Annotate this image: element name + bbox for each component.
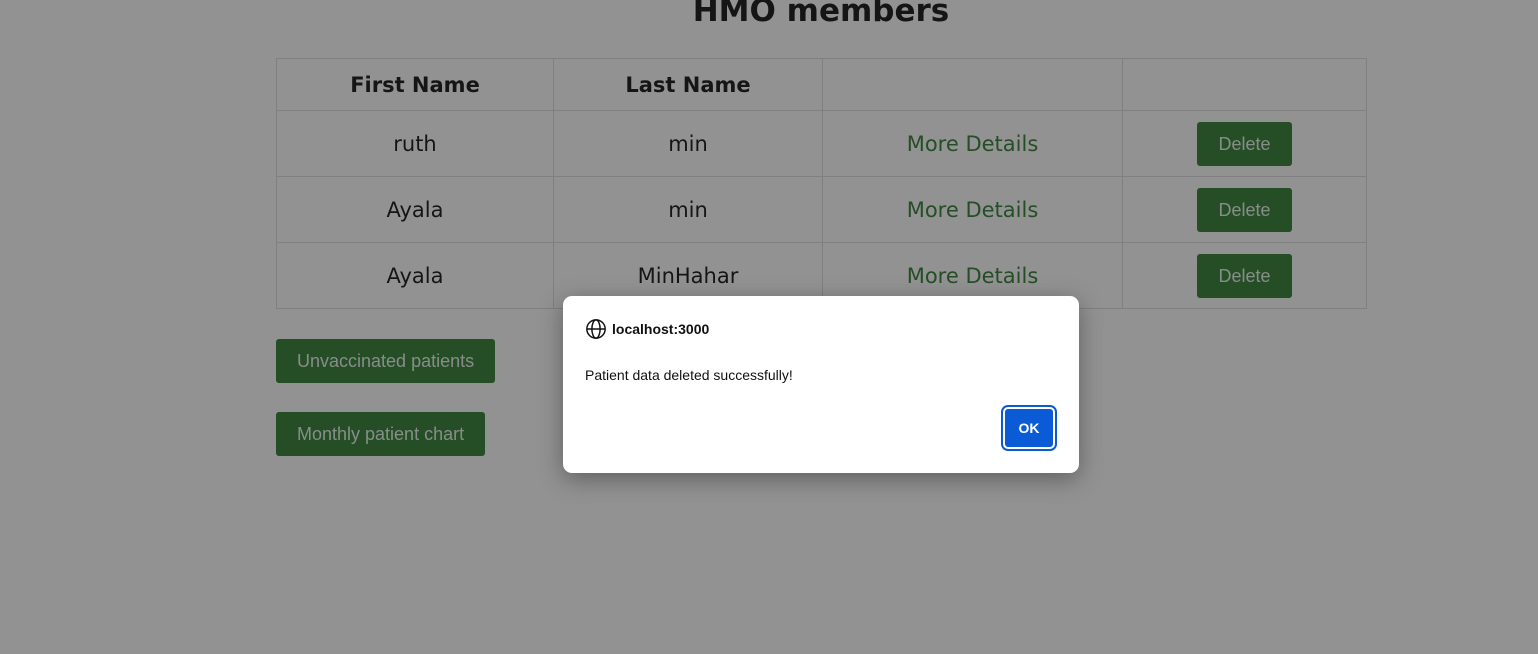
globe-icon: [586, 319, 606, 339]
dialog-origin: localhost:3000: [585, 318, 709, 340]
alert-dialog: localhost:3000 Patient data deleted succ…: [563, 296, 1079, 473]
dialog-origin-label: localhost:3000: [612, 321, 710, 337]
ok-button[interactable]: OK: [1001, 405, 1057, 451]
dialog-message: Patient data deleted successfully!: [585, 367, 793, 383]
